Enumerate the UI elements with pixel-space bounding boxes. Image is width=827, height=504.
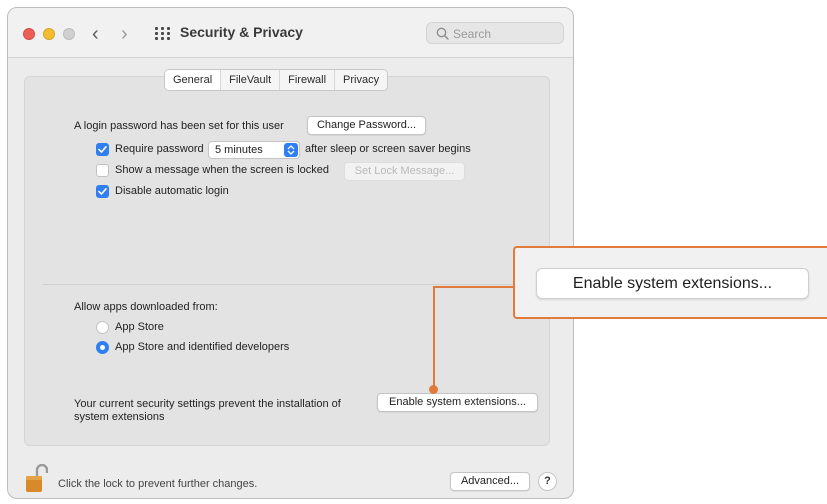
radio-app-store-label: App Store bbox=[115, 321, 164, 333]
disable-autologin-checkbox[interactable] bbox=[96, 185, 109, 198]
advanced-button[interactable]: Advanced... bbox=[450, 472, 530, 491]
zoom-window-button[interactable] bbox=[63, 28, 75, 40]
back-chevron-icon[interactable]: ‹ bbox=[92, 22, 99, 46]
enable-system-extensions-button[interactable]: Enable system extensions... bbox=[377, 393, 538, 412]
lock-message: Click the lock to prevent further change… bbox=[58, 478, 258, 490]
require-password-delay-select[interactable]: 5 minutes bbox=[208, 141, 300, 159]
radio-app-store[interactable] bbox=[96, 321, 109, 334]
minimize-window-button[interactable] bbox=[43, 28, 55, 40]
require-password-suffix: after sleep or screen saver begins bbox=[305, 143, 471, 155]
radio-app-store-identified-label: App Store and identified developers bbox=[115, 341, 290, 353]
title-bar: ‹ › Security & Privacy Search bbox=[8, 8, 573, 58]
checkmark-icon bbox=[98, 188, 107, 195]
section-divider bbox=[42, 284, 550, 285]
login-password-text: A login password has been set for this u… bbox=[74, 120, 284, 132]
window-title: Security & Privacy bbox=[180, 24, 303, 40]
callout-leader-dot bbox=[429, 385, 438, 394]
forward-chevron-icon[interactable]: › bbox=[121, 22, 128, 46]
tab-privacy[interactable]: Privacy bbox=[334, 70, 388, 90]
select-value: 5 minutes bbox=[215, 144, 263, 156]
callout-enable-system-extensions-button: Enable system extensions... bbox=[536, 268, 809, 299]
require-password-checkbox[interactable] bbox=[96, 143, 109, 156]
tab-filevault[interactable]: FileVault bbox=[220, 70, 280, 90]
radio-app-store-identified[interactable] bbox=[96, 341, 109, 354]
stepper-arrows-icon bbox=[284, 143, 298, 157]
extensions-message-line1: Your current security settings prevent t… bbox=[74, 398, 341, 410]
disable-autologin-label: Disable automatic login bbox=[115, 185, 229, 197]
help-button[interactable]: ? bbox=[538, 472, 557, 491]
set-lock-message-button[interactable]: Set Lock Message... bbox=[344, 162, 465, 181]
close-window-button[interactable] bbox=[23, 28, 35, 40]
search-placeholder: Search bbox=[453, 27, 492, 41]
require-password-label: Require password bbox=[115, 143, 204, 155]
unlocked-lock-icon[interactable] bbox=[26, 464, 48, 494]
search-field[interactable]: Search bbox=[426, 22, 564, 44]
allow-apps-heading: Allow apps downloaded from: bbox=[74, 301, 218, 313]
search-icon bbox=[436, 27, 449, 40]
extensions-message-line2: system extensions bbox=[74, 411, 165, 423]
change-password-button[interactable]: Change Password... bbox=[307, 116, 426, 135]
tab-general[interactable]: General bbox=[165, 70, 221, 90]
show-message-label: Show a message when the screen is locked bbox=[115, 164, 330, 176]
callout-leader-vertical bbox=[433, 288, 435, 388]
show-message-checkbox[interactable] bbox=[96, 164, 109, 177]
tab-firewall[interactable]: Firewall bbox=[279, 70, 335, 90]
tab-bar: General FileVault Firewall Privacy bbox=[164, 69, 389, 91]
checkmark-icon bbox=[98, 146, 107, 153]
show-all-grid-icon[interactable] bbox=[155, 27, 170, 40]
callout-leader-horizontal bbox=[433, 286, 513, 288]
